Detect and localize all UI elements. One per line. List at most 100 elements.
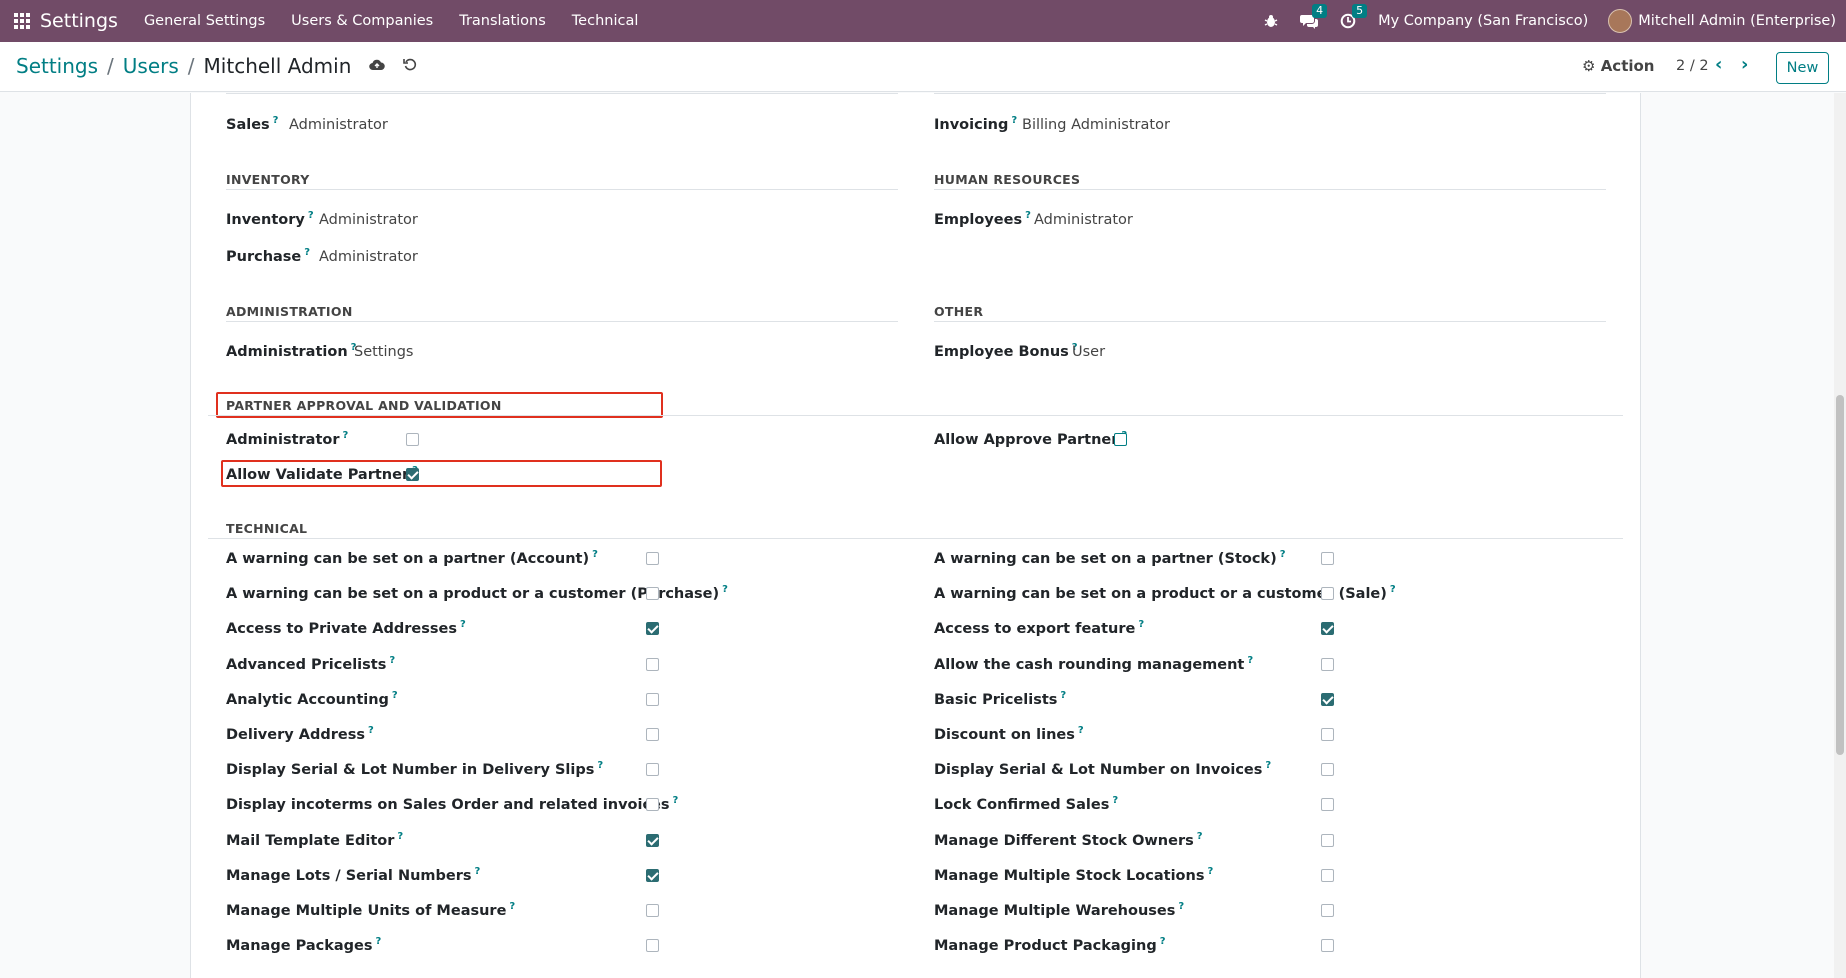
- technical-checkbox[interactable]: [646, 869, 659, 882]
- chevron-left-icon[interactable]: ‹: [1715, 54, 1722, 75]
- technical-checkbox[interactable]: [1321, 587, 1334, 600]
- field-label-administration: Administration?: [226, 342, 357, 360]
- company-switcher[interactable]: My Company (San Francisco): [1378, 13, 1588, 29]
- save-cloud-icon[interactable]: [369, 57, 386, 75]
- help-tooltip-icon[interactable]: ?: [592, 549, 598, 560]
- help-tooltip-icon[interactable]: ?: [389, 655, 395, 666]
- messages-chat-icon[interactable]: 4: [1300, 4, 1328, 29]
- technical-field-text: Manage Multiple Warehouses: [934, 902, 1176, 919]
- section-title-other: OTHER: [934, 304, 984, 319]
- technical-field-label: Manage Multiple Units of Measure?: [226, 901, 515, 919]
- help-tooltip-icon[interactable]: ?: [1390, 584, 1396, 595]
- technical-field-label: Manage Different Stock Owners?: [934, 831, 1203, 849]
- help-tooltip-icon[interactable]: ?: [1197, 831, 1203, 842]
- field-value-employees[interactable]: Administrator: [1034, 212, 1133, 228]
- help-tooltip-icon[interactable]: ?: [392, 690, 398, 701]
- menu-users-companies[interactable]: Users & Companies: [291, 13, 433, 29]
- technical-checkbox[interactable]: [1321, 834, 1334, 847]
- menu-general-settings[interactable]: General Settings: [144, 13, 265, 29]
- technical-field-label: Lock Confirmed Sales?: [934, 795, 1118, 813]
- app-brand[interactable]: Settings: [40, 10, 118, 32]
- technical-checkbox[interactable]: [1321, 658, 1334, 671]
- breadcrumb-separator: /: [107, 54, 114, 78]
- technical-field-label: Discount on lines?: [934, 725, 1084, 743]
- field-value-sales[interactable]: Administrator: [289, 117, 388, 133]
- technical-checkbox[interactable]: [1321, 622, 1334, 635]
- checkbox-allow-validate-partner[interactable]: [406, 468, 419, 481]
- technical-field-text: Display incoterms on Sales Order and rel…: [226, 796, 670, 813]
- field-value-invoicing[interactable]: Billing Administrator: [1022, 117, 1170, 133]
- discard-undo-icon[interactable]: [403, 56, 417, 76]
- help-tooltip-icon[interactable]: ?: [722, 584, 728, 595]
- technical-checkbox[interactable]: [1321, 904, 1334, 917]
- section-title-administration: ADMINISTRATION: [226, 304, 353, 319]
- user-avatar[interactable]: [1608, 9, 1633, 33]
- menu-translations[interactable]: Translations: [459, 13, 546, 29]
- scrollbar-thumb[interactable]: [1836, 395, 1844, 755]
- field-value-administration[interactable]: Settings: [354, 344, 413, 360]
- technical-checkbox[interactable]: [1321, 869, 1334, 882]
- pager-value[interactable]: 2 / 2: [1676, 58, 1709, 74]
- technical-checkbox[interactable]: [1321, 939, 1334, 952]
- technical-field-label: Manage Multiple Stock Locations?: [934, 866, 1213, 884]
- action-menu-button[interactable]: ⚙ Action: [1582, 57, 1654, 75]
- help-tooltip-icon[interactable]: ?: [509, 901, 515, 912]
- technical-checkbox[interactable]: [1321, 552, 1334, 565]
- control-panel: Settings / Users / Mitchell Admin ⚙ Acti…: [0, 42, 1846, 92]
- technical-checkbox[interactable]: [646, 939, 659, 952]
- technical-checkbox[interactable]: [646, 622, 659, 635]
- help-tooltip-icon[interactable]: ?: [1060, 690, 1066, 701]
- field-value-employee-bonus[interactable]: User: [1072, 344, 1105, 360]
- section-title-partner-approval: PARTNER APPROVAL AND VALIDATION: [226, 398, 502, 413]
- technical-field-text: Manage Product Packaging: [934, 937, 1157, 954]
- new-button[interactable]: New: [1776, 52, 1829, 84]
- technical-checkbox[interactable]: [646, 693, 659, 706]
- help-tooltip-icon[interactable]: ?: [1247, 655, 1253, 666]
- help-tooltip-icon[interactable]: ?: [368, 725, 374, 736]
- checkbox-allow-approve-partner[interactable]: [1114, 433, 1127, 446]
- technical-checkbox[interactable]: [646, 904, 659, 917]
- technical-checkbox[interactable]: [646, 798, 659, 811]
- technical-checkbox[interactable]: [1321, 728, 1334, 741]
- breadcrumb-users[interactable]: Users: [123, 54, 179, 78]
- help-tooltip-icon[interactable]: ?: [1178, 901, 1184, 912]
- chevron-right-icon[interactable]: ›: [1741, 54, 1748, 75]
- field-value-purchase[interactable]: Administrator: [319, 249, 418, 265]
- debug-bug-icon[interactable]: [1264, 14, 1278, 28]
- technical-checkbox[interactable]: [646, 763, 659, 776]
- help-tooltip-icon[interactable]: ?: [1160, 936, 1166, 947]
- menu-technical[interactable]: Technical: [572, 13, 639, 29]
- technical-field-text: Display Serial & Lot Number in Delivery …: [226, 761, 595, 778]
- technical-checkbox[interactable]: [646, 552, 659, 565]
- apps-menu-icon[interactable]: [14, 13, 30, 29]
- technical-checkbox[interactable]: [646, 587, 659, 600]
- field-label-allow-validate-partner: Allow Validate Partner?: [226, 465, 418, 483]
- vertical-scrollbar[interactable]: [1834, 93, 1846, 978]
- help-tooltip-icon[interactable]: ?: [673, 795, 679, 806]
- technical-checkbox[interactable]: [1321, 693, 1334, 706]
- checkbox-administrator[interactable]: [406, 433, 419, 446]
- technical-checkbox[interactable]: [1321, 763, 1334, 776]
- help-tooltip-icon[interactable]: ?: [1078, 725, 1084, 736]
- field-label-inventory: Inventory?: [226, 210, 314, 228]
- help-tooltip-icon[interactable]: ?: [1138, 619, 1144, 630]
- field-value-inventory[interactable]: Administrator: [319, 212, 418, 228]
- technical-checkbox[interactable]: [646, 658, 659, 671]
- breadcrumb-settings[interactable]: Settings: [16, 54, 98, 78]
- help-tooltip-icon[interactable]: ?: [1207, 866, 1213, 877]
- technical-checkbox[interactable]: [646, 728, 659, 741]
- help-tooltip-icon[interactable]: ?: [475, 866, 481, 877]
- help-tooltip-icon[interactable]: ?: [1280, 549, 1286, 560]
- technical-checkbox[interactable]: [646, 834, 659, 847]
- help-tooltip-icon[interactable]: ?: [1265, 760, 1271, 771]
- help-tooltip-icon[interactable]: ?: [1112, 795, 1118, 806]
- help-tooltip-icon[interactable]: ?: [375, 936, 381, 947]
- help-tooltip-icon[interactable]: ?: [397, 831, 403, 842]
- activities-clock-icon[interactable]: 5: [1340, 4, 1368, 29]
- user-menu[interactable]: Mitchell Admin (Enterprise): [1638, 13, 1836, 29]
- field-label-administrator: Administrator?: [226, 430, 349, 448]
- breadcrumb: Settings / Users / Mitchell Admin: [16, 54, 417, 78]
- technical-checkbox[interactable]: [1321, 798, 1334, 811]
- help-tooltip-icon[interactable]: ?: [597, 760, 603, 771]
- help-tooltip-icon[interactable]: ?: [460, 619, 466, 630]
